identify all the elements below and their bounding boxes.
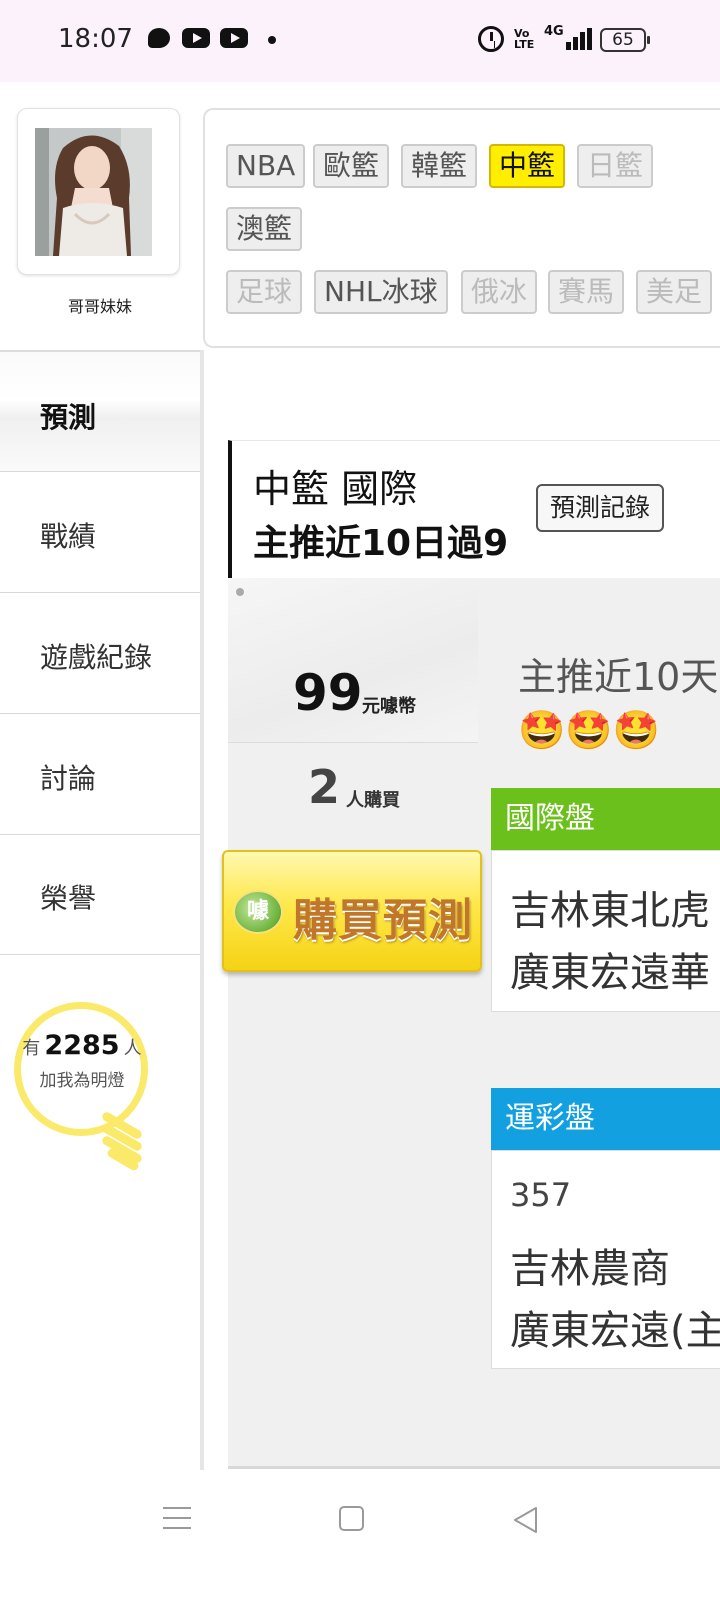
category-tag-russia-hockey[interactable]: 俄冰: [461, 270, 538, 314]
sidebar-item-label: 榮譽: [40, 882, 97, 915]
buy-prediction-label: 購買預測: [293, 895, 473, 946]
fans-suffix: 人: [123, 1038, 142, 1059]
fans-label: 加我為明燈: [39, 1071, 125, 1091]
category-tag-american-football[interactable]: 美足: [636, 270, 713, 314]
youtube-icon: [182, 28, 210, 48]
international-odds-header: 國際盤: [491, 788, 720, 850]
home-icon[interactable]: [339, 1506, 364, 1531]
menu-icon[interactable]: [163, 1505, 191, 1531]
category-tag-nhl[interactable]: NHL冰球: [314, 270, 448, 314]
alarm-icon: [478, 26, 504, 52]
sidebar-item-game-log[interactable]: 遊戲紀錄: [0, 594, 202, 714]
category-tag-horse-racing[interactable]: 賽馬: [548, 270, 625, 314]
category-tag-china-basketball[interactable]: 中籃: [489, 144, 566, 188]
game-code: 357: [510, 1176, 572, 1214]
youtube-icon: [220, 28, 248, 48]
sidebar-item-record[interactable]: 戰績: [0, 473, 202, 593]
prediction-title: 中籃 國際: [253, 467, 418, 511]
coin-icon: 噱: [233, 890, 283, 934]
content-bottom-border: [228, 1466, 720, 1469]
username[interactable]: 哥哥妹妹: [0, 293, 200, 317]
sidebar-item-predict[interactable]: 預測: [0, 352, 202, 472]
sidebar-rail: [200, 350, 204, 1470]
price-value: 99: [293, 664, 363, 722]
category-tag-korea-basketball[interactable]: 韓籃: [401, 144, 478, 188]
sidebar-item-label: 遊戲紀錄: [40, 641, 153, 674]
category-tag-nba[interactable]: NBA: [226, 144, 306, 188]
sidebar-item-label: 討論: [40, 762, 97, 795]
category-tag-soccer[interactable]: 足球: [226, 270, 303, 314]
sidebar-item-label: 戰績: [40, 520, 97, 553]
back-icon[interactable]: [512, 1506, 540, 1538]
category-tag-australia-basketball[interactable]: 澳籃: [226, 207, 303, 251]
pick-title: 主推近10天: [518, 655, 719, 699]
network-type-label: 4G: [544, 24, 564, 39]
avatar-image: [35, 128, 152, 256]
status-bar: 18:07 Vo LTE 4G 65: [0, 0, 720, 82]
sidebar-item-discussion[interactable]: 討論: [0, 715, 202, 835]
team-line: 廣東宏遠華: [510, 950, 710, 996]
lightbulb-base-icon: [100, 1110, 144, 1172]
sidebar-item-label: 預測: [40, 401, 97, 434]
buyers-unit: 人購買: [346, 790, 400, 811]
prediction-subtitle: 主推近10日過9: [253, 523, 509, 564]
signal-icon: [566, 28, 592, 50]
team-line: 吉林農商: [510, 1246, 670, 1292]
battery-icon: 65: [600, 28, 650, 52]
dot-icon: [268, 36, 276, 44]
status-time: 18:07: [58, 24, 133, 54]
fans-count-line: 有 2285 人: [0, 1030, 164, 1061]
volte-label: Vo LTE: [514, 27, 535, 51]
fans-prefix: 有: [22, 1038, 41, 1059]
chat-bubble-icon: [148, 28, 170, 48]
avatar[interactable]: [35, 128, 152, 256]
category-tag-euro-basketball[interactable]: 歐籃: [313, 144, 390, 188]
sidebar-item-honor[interactable]: 榮譽: [0, 835, 202, 955]
team-line: 廣東宏遠(主: [510, 1308, 720, 1354]
team-line: 吉林東北虎: [510, 888, 710, 934]
prediction-record-button[interactable]: 預測記錄: [536, 484, 664, 532]
system-nav-bar: [0, 1470, 720, 1604]
pin-icon: [236, 588, 244, 596]
price-unit: 元噱幣: [362, 696, 416, 717]
fans-count: 2285: [44, 1030, 120, 1061]
sports-lottery-odds-header: 運彩盤: [491, 1088, 720, 1150]
category-tag-japan-basketball[interactable]: 日籃: [577, 144, 654, 188]
star-struck-emoji-row: 🤩🤩🤩: [518, 708, 660, 752]
buyers-count: 2: [308, 760, 341, 814]
